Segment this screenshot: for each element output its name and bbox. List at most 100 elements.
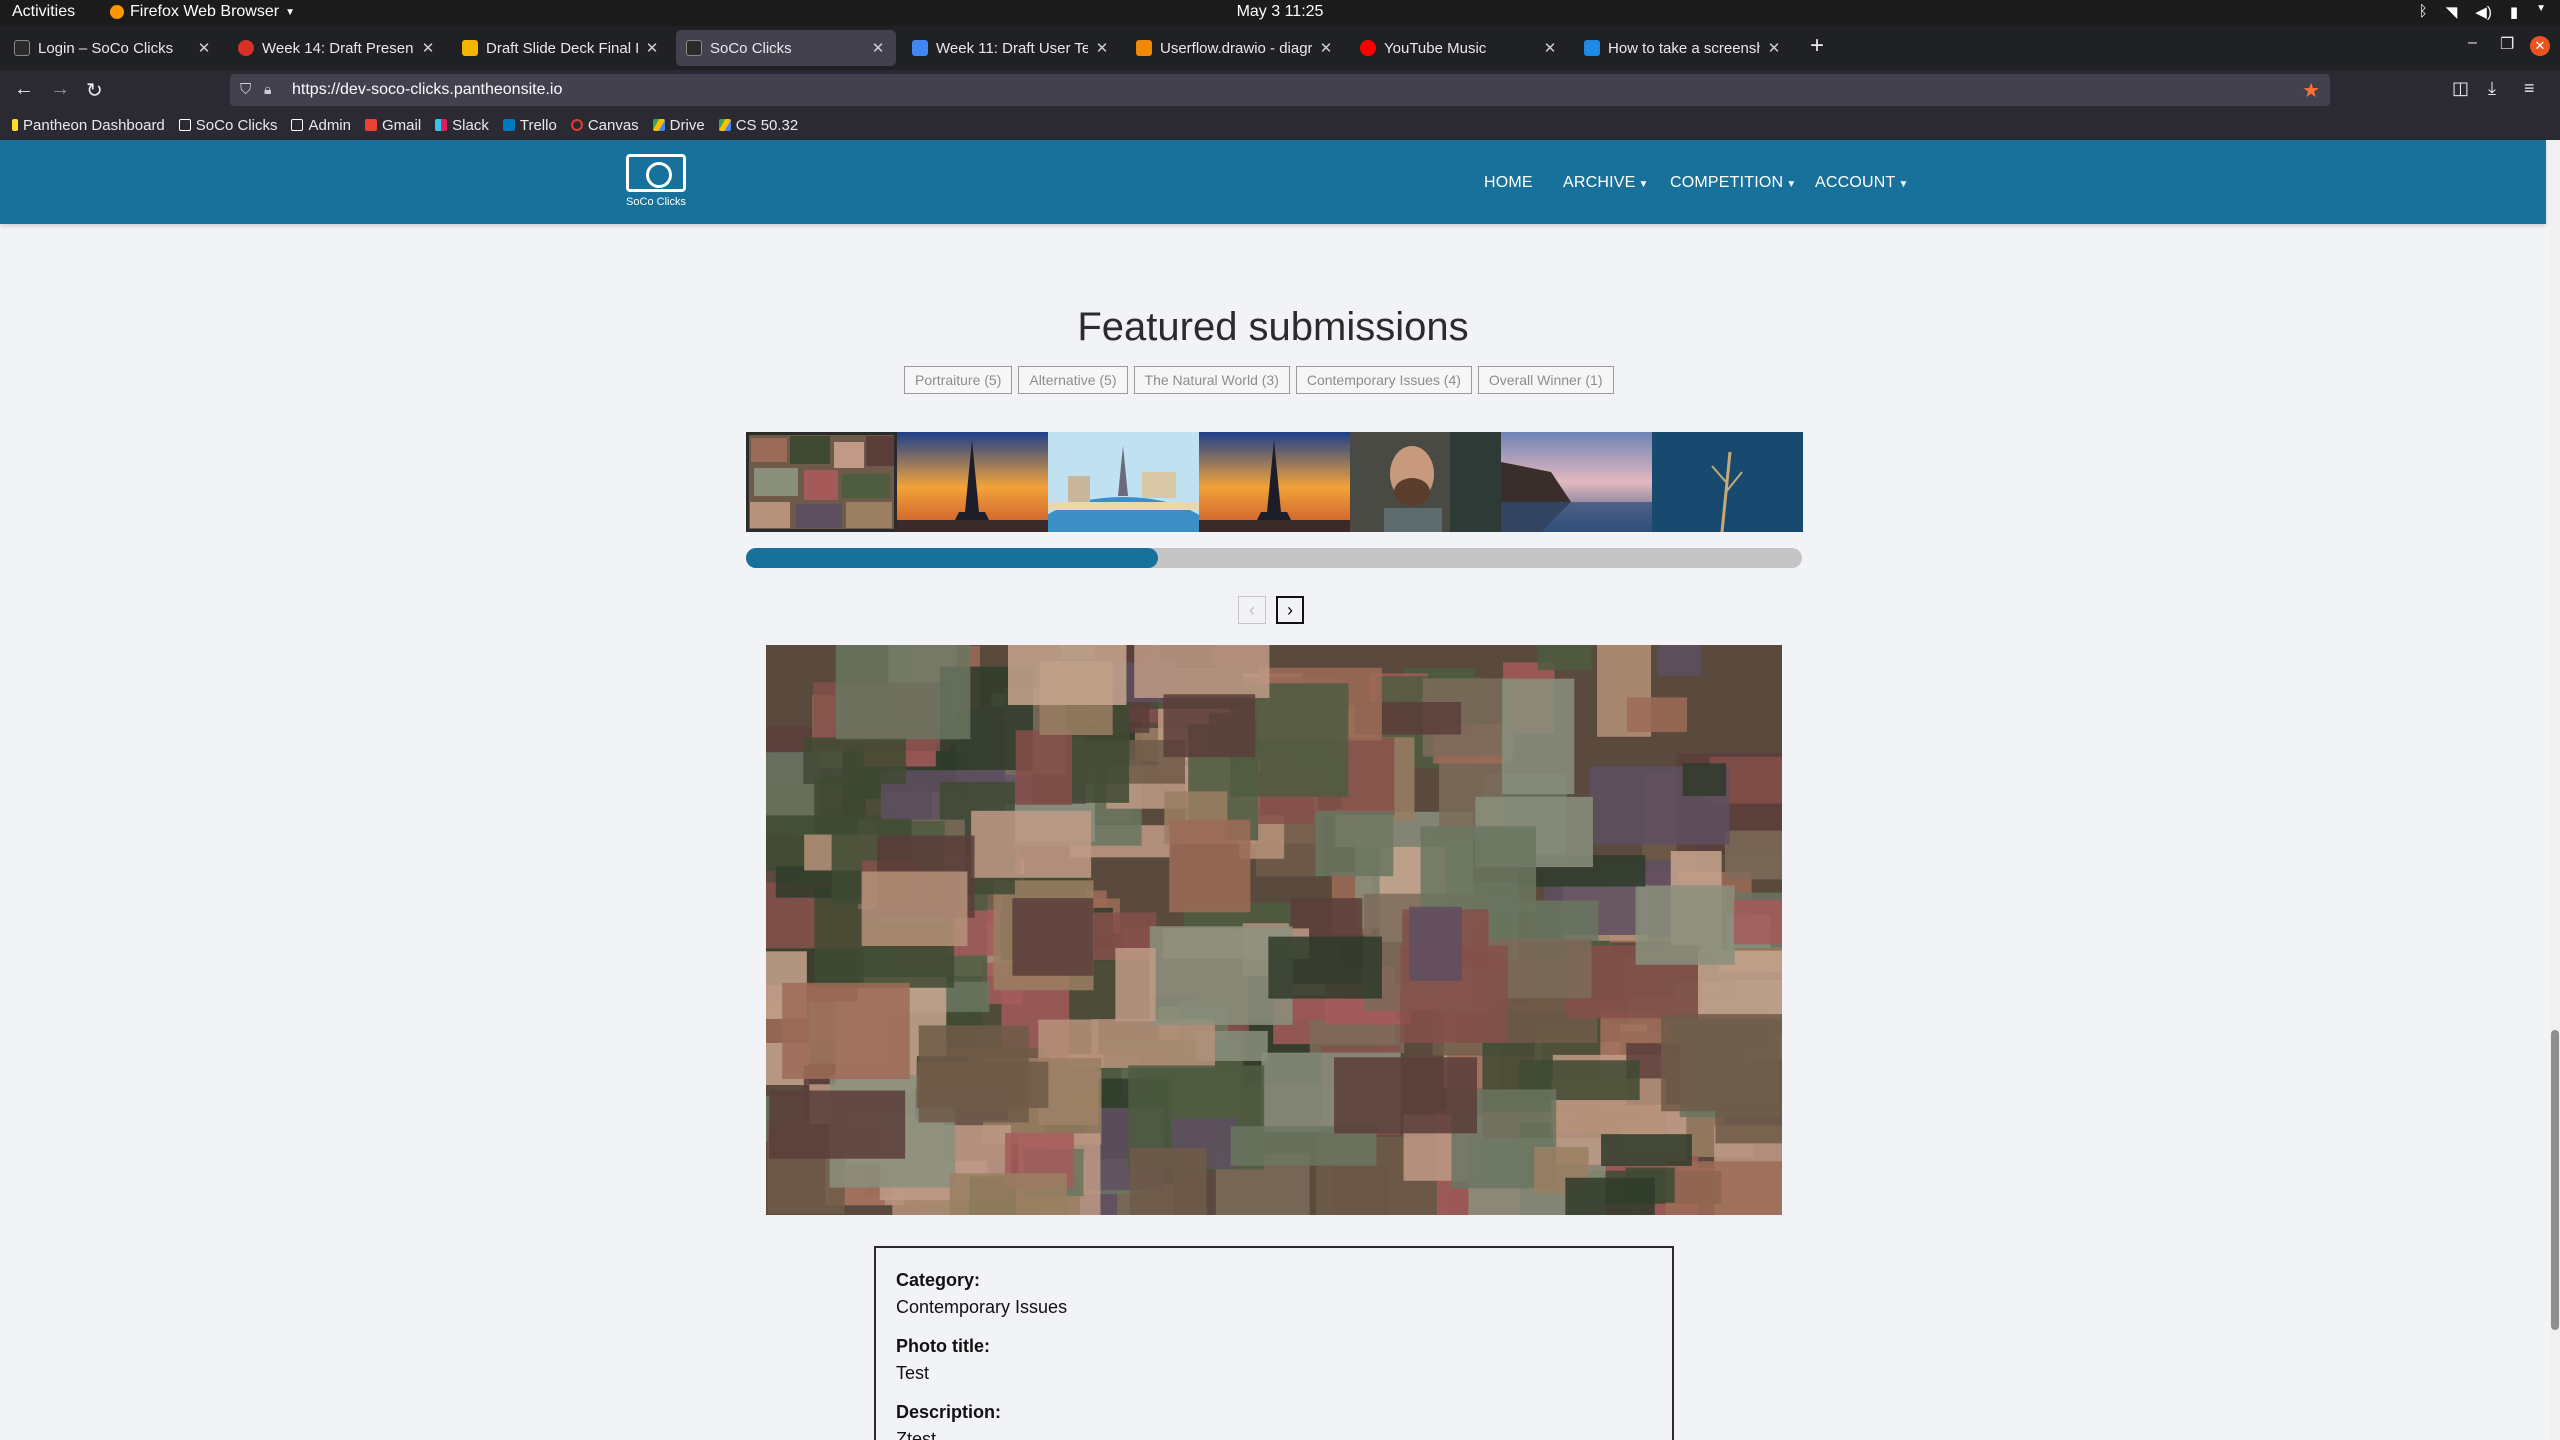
system-top-bar: Activities Firefox Web Browser ▼ May 3 1… <box>0 0 2560 26</box>
nav-account[interactable]: ACCOUNT ▼ <box>1815 174 1909 192</box>
page-scrollbar[interactable] <box>2550 140 2560 1440</box>
drive-icon <box>652 119 665 131</box>
nav-home[interactable]: HOME <box>1484 174 1533 192</box>
photo-title-label: Photo title: <box>896 1336 990 1356</box>
tab-slide-deck[interactable]: Draft Slide Deck Final Pre ✕ <box>452 30 670 66</box>
trello-icon <box>502 119 515 131</box>
thumbnail-5[interactable] <box>1350 432 1501 532</box>
thumbnail-6[interactable] <box>1501 432 1652 532</box>
bookmark-label: Drive <box>669 116 705 134</box>
nav-archive[interactable]: ARCHIVE ▼ <box>1563 174 1649 192</box>
close-icon[interactable]: ✕ <box>196 39 212 57</box>
camera-icon <box>291 119 304 131</box>
close-icon[interactable]: ✕ <box>1318 39 1334 57</box>
bookmark-gmail[interactable]: Gmail <box>365 117 421 134</box>
downloads-icon[interactable]: ⤓ <box>2488 78 2496 99</box>
tab-favicon-icon <box>1584 40 1600 56</box>
tab-title: Week 11: Draft User Test <box>936 39 1088 57</box>
bookmark-star-icon[interactable]: ★ <box>2302 78 2320 103</box>
page-title: Featured submissions <box>1077 305 1469 349</box>
tab-userflow[interactable]: Userflow.drawio - diagra ✕ <box>1126 30 1344 66</box>
back-arrow-icon[interactable]: ← <box>14 78 34 101</box>
night-sky-plant-thumbnail <box>1652 432 1803 532</box>
caret-down-icon: ▼ <box>1898 179 1909 190</box>
close-icon[interactable]: ✕ <box>1766 39 1782 57</box>
tab-screenshot-howto[interactable]: How to take a screenshot ✕ <box>1574 30 1792 66</box>
bookmark-label: CS 50.32 <box>735 116 799 134</box>
close-icon[interactable]: ✕ <box>1542 39 1558 57</box>
filter-natural-world[interactable]: The Natural World (3) <box>1133 366 1290 394</box>
bookmark-canvas[interactable]: Canvas <box>570 117 639 134</box>
tab-soco-clicks[interactable]: SoCo Clicks ✕ <box>676 30 896 66</box>
tab-title: Login – SoCo Clicks <box>38 39 174 57</box>
close-icon[interactable]: ✕ <box>870 39 886 57</box>
scrollbar-thumb[interactable] <box>2551 1030 2559 1330</box>
filter-contemporary-issues[interactable]: Contemporary Issues (4) <box>1295 366 1472 394</box>
site-logo[interactable]: SoCo Clicks <box>624 154 688 210</box>
pocket-icon[interactable]: ◫ <box>2452 78 2469 99</box>
tab-youtube-music[interactable]: YouTube Music ✕ <box>1350 30 1568 66</box>
url-bar[interactable]: ⛉ 🔒︎ https://dev-soco-clicks.pantheonsit… <box>230 74 2330 106</box>
description-label: Description: <box>896 1402 1002 1422</box>
thumbnail-1[interactable] <box>746 432 897 532</box>
category-label: Category: <box>896 1270 981 1290</box>
volume-icon: ◀) <box>2475 4 2492 21</box>
previous-arrow-button[interactable]: ‹ <box>1238 596 1266 624</box>
bookmark-trello[interactable]: Trello <box>502 117 557 134</box>
nav-archive-label: ARCHIVE <box>1563 174 1636 191</box>
new-tab-button[interactable]: + <box>1810 32 1824 60</box>
bookmark-slack[interactable]: Slack <box>435 117 489 134</box>
thumbnail-7[interactable] <box>1652 432 1803 532</box>
tab-title: Week 14: Draft Presentat <box>262 39 414 57</box>
bookmark-cs5032[interactable]: CS 50.32 <box>718 116 799 134</box>
canvas-icon <box>570 119 583 131</box>
tab-favicon-icon <box>238 40 254 56</box>
close-icon[interactable]: ✕ <box>644 39 660 57</box>
bookmark-drive[interactable]: Drive <box>652 116 705 134</box>
next-arrow-button[interactable]: › <box>1276 596 1304 624</box>
tab-week14[interactable]: Week 14: Draft Presentat ✕ <box>228 30 446 66</box>
bookmark-soco-clicks[interactable]: SoCo Clicks <box>178 117 277 134</box>
system-tray[interactable]: ᛒ ◥ ◀) ▮ ▼ <box>2419 3 2546 21</box>
restore-icon[interactable]: ❐ <box>2500 34 2514 54</box>
nav-account-label: ACCOUNT <box>1815 174 1896 191</box>
progress-fill <box>746 548 1158 568</box>
filter-overall-winner[interactable]: Overall Winner (1) <box>1477 366 1614 394</box>
window-close-button[interactable]: ✕ <box>2530 36 2550 56</box>
battery-icon: ▮ <box>2509 4 2519 21</box>
tab-login[interactable]: Login – SoCo Clicks ✕ <box>4 30 222 66</box>
nav-competition[interactable]: COMPETITION ▼ <box>1670 174 1796 192</box>
forward-arrow-icon[interactable]: → <box>50 78 70 101</box>
lock-icon[interactable]: 🔒︎ <box>264 81 271 98</box>
drive-icon <box>718 119 731 131</box>
thumbnail-3[interactable] <box>1048 432 1199 532</box>
thumbnail-4[interactable] <box>1199 432 1350 532</box>
tab-favicon-icon <box>14 40 30 56</box>
tab-favicon-icon <box>1360 40 1376 56</box>
submission-details: Category: Contemporary Issues Photo titl… <box>874 1246 1674 1440</box>
bookmark-pantheon[interactable]: Pantheon Dashboard <box>12 117 165 134</box>
world-landmarks-thumbnail <box>1048 432 1199 532</box>
tab-favicon-icon <box>462 40 478 56</box>
reload-icon[interactable]: ↻ <box>86 78 103 103</box>
clock[interactable]: May 3 11:25 <box>0 3 2560 21</box>
bookmark-admin[interactable]: Admin <box>291 117 351 134</box>
tab-week11[interactable]: Week 11: Draft User Test ✕ <box>902 30 1120 66</box>
close-icon[interactable]: ✕ <box>420 39 436 57</box>
featured-photo[interactable] <box>766 645 1782 1215</box>
minimize-icon[interactable]: – <box>2468 34 2477 52</box>
tracking-shield-icon[interactable]: ⛉ <box>240 81 251 98</box>
description-value: Ztest <box>896 1429 937 1440</box>
close-icon[interactable]: ✕ <box>1094 39 1110 57</box>
thumbnail-2[interactable] <box>897 432 1048 532</box>
photo-title-value: Test <box>896 1363 930 1383</box>
camera-icon <box>178 119 191 131</box>
brand-name: SoCo Clicks <box>626 196 686 208</box>
hamburger-menu-icon[interactable]: ≡ <box>2524 78 2535 99</box>
carousel-progress-bar[interactable] <box>746 548 1802 568</box>
url-text[interactable]: https://dev-soco-clicks.pantheonsite.io <box>292 81 562 99</box>
site-header: SoCo Clicks HOME ARCHIVE ▼ COMPETITION ▼ A… <box>0 140 2546 224</box>
filter-portraiture[interactable]: Portraiture (5) <box>904 366 1013 394</box>
filter-alternative[interactable]: Alternative (5) <box>1018 366 1128 394</box>
tab-favicon-icon <box>912 40 928 56</box>
